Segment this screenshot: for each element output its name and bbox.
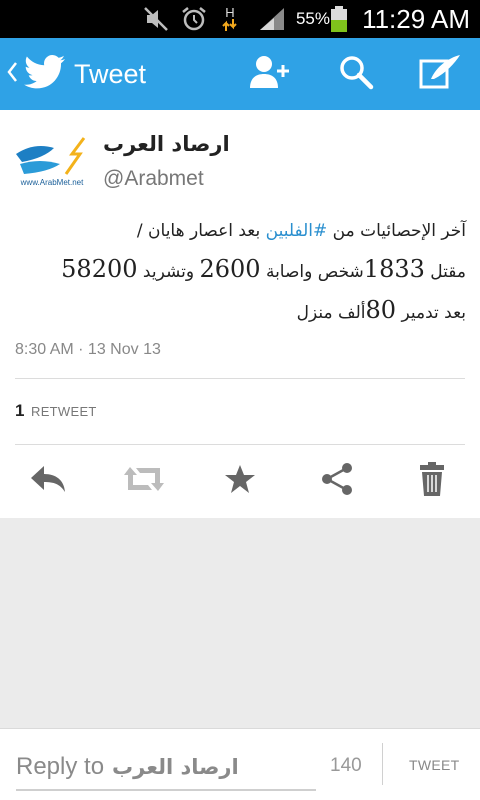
divider: [15, 378, 465, 379]
reply-button[interactable]: [26, 459, 70, 503]
author-name[interactable]: ارصاد العرب: [103, 132, 230, 156]
retweet-label[interactable]: RETWEET: [31, 404, 97, 419]
tweet-button[interactable]: TWEET: [409, 757, 460, 773]
twitter-bird-icon: [24, 54, 66, 95]
author-handle[interactable]: @Arabmet: [103, 167, 204, 191]
svg-text:www.ArabMet.net: www.ArabMet.net: [20, 178, 84, 187]
share-button[interactable]: [315, 459, 359, 503]
tweet-line-1: آخر الإحصائيات من #الفلبين بعد اعصار هاي…: [136, 221, 466, 241]
data-arrows-icon: H: [222, 0, 238, 38]
tweet-timestamp: 8:30 AM · 13 Nov 13: [15, 341, 161, 358]
status-bar: H 55% 11:29 AM: [0, 0, 480, 38]
status-time: 11:29 AM: [362, 3, 470, 34]
tweet-line-2: مقتل 1833شخص واصابة 2600 وتشريد 58200: [61, 255, 466, 283]
reply-placeholder-prefix: Reply to: [16, 753, 105, 780]
battery-icon: [330, 0, 348, 38]
share-icon: [319, 461, 355, 502]
network-type-label: H: [225, 5, 235, 20]
delete-button[interactable]: [410, 459, 454, 503]
tweet-text: آخر الإحصائيات من #الفلبين بعد اعصار هاي…: [14, 212, 466, 332]
retweet-count[interactable]: 1: [15, 401, 24, 421]
add-user-button[interactable]: [249, 38, 291, 110]
delete-icon: [418, 461, 446, 502]
action-bar: Tweet: [0, 38, 480, 110]
add-user-icon: [249, 54, 291, 95]
favorite-icon: [224, 463, 256, 500]
favorite-button[interactable]: [218, 459, 262, 503]
reply-input[interactable]: Reply to ارصاد العرب: [16, 745, 316, 791]
divider: [382, 743, 383, 785]
compose-icon: [418, 53, 462, 96]
retweet-button[interactable]: [122, 459, 166, 503]
char-count: 140: [330, 755, 362, 776]
divider: [15, 444, 465, 445]
tweet-line-3: بعد تدمير 80ألف منزل: [296, 296, 466, 324]
reply-placeholder-name: ارصاد العرب: [112, 755, 239, 779]
page-title: Tweet: [74, 58, 147, 89]
avatar[interactable]: www.ArabMet.net: [14, 134, 90, 210]
back-button[interactable]: [6, 38, 66, 110]
back-chevron-icon: [6, 60, 18, 89]
search-button[interactable]: [338, 38, 374, 110]
retweet-icon: [122, 463, 166, 500]
compose-button[interactable]: [418, 38, 462, 110]
search-icon: [338, 54, 374, 95]
hashtag-link[interactable]: #الفلبين: [266, 221, 328, 241]
mute-icon: [142, 0, 170, 38]
reply-bar: Reply to ارصاد العرب 140 TWEET: [0, 728, 480, 800]
battery-percent: 55%: [295, 9, 330, 28]
reply-icon: [28, 464, 68, 499]
alarm-icon: [180, 0, 208, 38]
signal-icon: [258, 0, 286, 38]
